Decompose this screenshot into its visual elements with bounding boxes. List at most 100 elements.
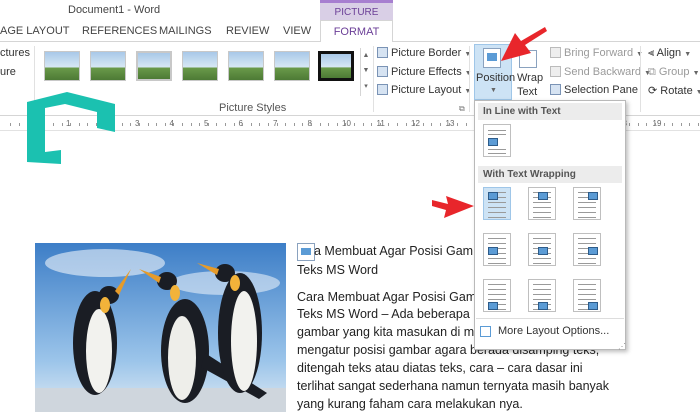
group-icon: ⧉: [648, 66, 656, 78]
ruler-tick: [457, 123, 459, 126]
doc-para-line-5: ditengah teks atau diatas teks, cara – c…: [297, 361, 583, 375]
wrapping-header: With Text Wrapping: [478, 166, 622, 183]
rotate-button[interactable]: ⟳ Rotate ▼: [648, 84, 700, 97]
ruler-tick: [405, 123, 407, 126]
tab-format[interactable]: FORMAT: [320, 20, 393, 43]
site-logo-icon: [27, 92, 115, 164]
position-inline-option[interactable]: [483, 124, 511, 157]
picture-style-4[interactable]: [182, 51, 218, 81]
wrap-position-option[interactable]: [573, 233, 601, 266]
ruler-number: 10: [342, 119, 351, 128]
send-backward-label: Send Backward: [564, 66, 642, 78]
tab-mailings[interactable]: MAILINGS: [159, 25, 212, 37]
ribbon-separator: [373, 46, 374, 112]
align-button[interactable]: ⫷ Align ▼: [648, 47, 691, 60]
picture-layout-button[interactable]: Picture Layout ▼: [377, 84, 471, 96]
group-button[interactable]: ⧉ Group ▼: [648, 66, 700, 79]
bring-forward-button[interactable]: Bring Forward ▼: [550, 47, 643, 59]
ruler-tick: [646, 123, 648, 126]
wrap-position-option[interactable]: [483, 187, 511, 220]
resize-grip-icon[interactable]: ⋰: [618, 342, 626, 351]
ruler-tick: [371, 123, 373, 126]
chevron-down-icon: ▼: [464, 51, 472, 58]
ruler-tick: [422, 123, 424, 126]
ruler-tick: [182, 123, 183, 126]
wrap-position-option[interactable]: [528, 187, 556, 220]
gallery-more-icon[interactable]: ▾: [362, 80, 370, 94]
document-title: Document1 - Word: [68, 4, 161, 16]
tab-page-layout[interactable]: AGE LAYOUT: [0, 25, 69, 37]
chevron-down-icon: ▼: [695, 89, 700, 96]
ribbon-partial-item-2[interactable]: ure: [0, 66, 16, 78]
tab-review[interactable]: REVIEW: [226, 25, 269, 37]
picture-border-button[interactable]: Picture Border ▼: [377, 47, 471, 59]
ruler-tick: [285, 123, 287, 126]
ruler-tick: [268, 123, 269, 126]
align-icon: ⫷: [648, 47, 655, 59]
ruler-tick: [345, 123, 347, 126]
picture-effects-label: Picture Effects: [391, 66, 462, 78]
tab-references[interactable]: REFERENCES: [82, 25, 157, 37]
send-backward-button[interactable]: Send Backward ▼: [550, 66, 651, 78]
ruler-tick: [311, 123, 312, 126]
picture-style-7[interactable]: [317, 50, 355, 82]
chevron-down-icon: ▼: [684, 51, 692, 58]
dialog-launcher-icon[interactable]: ⧉: [459, 104, 465, 114]
ruler-tick: [698, 123, 699, 126]
selection-pane-icon: [550, 84, 561, 95]
ruler-tick: [448, 123, 450, 126]
ruler-tick: [259, 123, 261, 126]
more-layout-icon: [480, 326, 491, 337]
chevron-down-icon: ▼: [464, 88, 472, 95]
ruler-tick: [629, 123, 631, 126]
picture-style-1[interactable]: [44, 51, 80, 81]
picture-style-2[interactable]: [90, 51, 126, 81]
doc-para-line-7: yang kurang faham cara melakukan nya.: [297, 397, 523, 411]
ruler-tick: [147, 123, 149, 126]
doc-para-line-6: terlihat sangat sederhana namun ternyata…: [297, 379, 609, 393]
word-window: { "title": {"document": "Document1 - Wor…: [0, 0, 700, 412]
picture-style-5[interactable]: [228, 51, 264, 81]
ruler-tick: [414, 123, 416, 126]
send-backward-icon: [550, 66, 561, 77]
penguin-image[interactable]: [35, 243, 286, 412]
penguin-photo: [35, 243, 286, 412]
ruler-tick: [233, 123, 235, 126]
doc-heading-line-1: a Membuat Agar Posisi Gam: [314, 244, 474, 258]
bring-forward-label: Bring Forward: [564, 47, 634, 59]
wrap-position-option[interactable]: [483, 233, 511, 266]
more-layout-options-item[interactable]: More Layout Options...: [498, 325, 609, 337]
ribbon-partial-item-1[interactable]: ctures: [0, 47, 30, 59]
position-icon: [483, 48, 501, 68]
inline-header: In Line with Text: [478, 103, 622, 120]
picture-effects-button[interactable]: Picture Effects ▼: [377, 66, 472, 78]
ruler-tick: [336, 123, 338, 126]
wrap-position-option[interactable]: [528, 279, 556, 312]
picture-style-3[interactable]: [136, 51, 172, 81]
picture-effects-icon: [377, 66, 388, 77]
wrap-text-label-1[interactable]: Wrap: [517, 72, 543, 84]
ruler-tick: [362, 123, 364, 126]
wrap-position-option[interactable]: [573, 279, 601, 312]
tab-view[interactable]: VIEW: [283, 25, 311, 37]
gallery-down-icon[interactable]: ▼: [362, 64, 370, 78]
wrap-text-label-2[interactable]: Text: [517, 86, 537, 98]
picture-layout-icon: [377, 84, 388, 95]
wrap-position-option[interactable]: [483, 279, 511, 312]
align-label: Align: [656, 47, 682, 59]
ruler-tick: [465, 123, 467, 126]
ribbon-separator: [640, 46, 641, 112]
ruler-tick: [199, 123, 201, 126]
picture-style-6[interactable]: [274, 51, 310, 81]
layout-options-icon[interactable]: [297, 243, 315, 261]
ruler-tick: [354, 123, 355, 126]
wrap-position-option[interactable]: [528, 233, 556, 266]
ribbon-separator: [469, 46, 470, 112]
ruler-tick: [397, 123, 398, 126]
gallery-up-icon[interactable]: ▲: [362, 49, 370, 63]
selection-pane-button[interactable]: Selection Pane: [550, 84, 638, 96]
ruler-tick: [121, 123, 123, 126]
wrap-position-option[interactable]: [573, 187, 601, 220]
rotate-label: Rotate: [660, 85, 693, 97]
ruler-tick: [216, 123, 218, 126]
